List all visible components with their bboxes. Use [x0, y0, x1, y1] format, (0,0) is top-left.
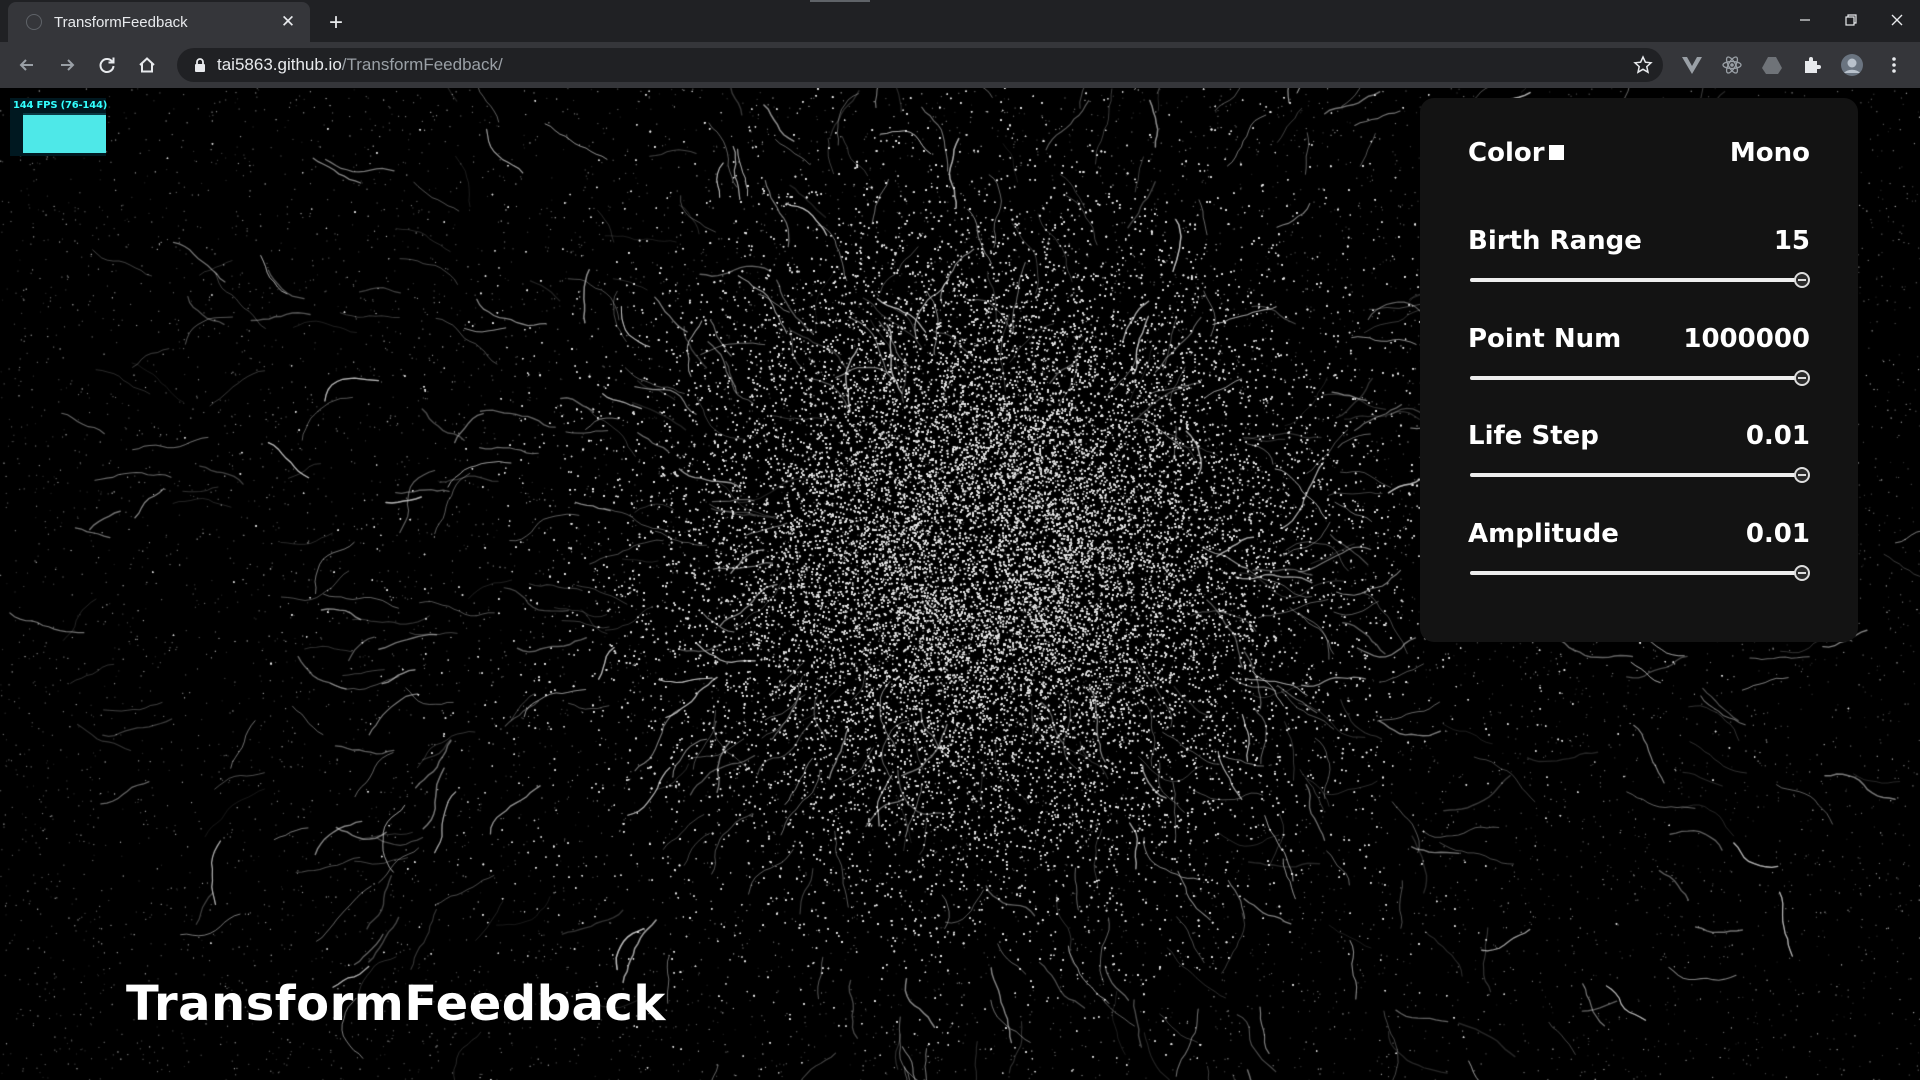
globe-icon [26, 14, 42, 30]
life-step-slider[interactable] [1468, 467, 1810, 483]
url-host: tai5863.github.io [217, 55, 342, 74]
bookmark-star-icon[interactable] [1633, 55, 1653, 75]
slider-track [1470, 376, 1808, 380]
fps-stats-panel[interactable]: 144 FPS (76-144) [10, 98, 108, 156]
slider-thumb[interactable] [1794, 467, 1810, 483]
amplitude-slider[interactable] [1468, 565, 1810, 581]
profile-avatar[interactable] [1840, 53, 1864, 77]
close-icon [1891, 14, 1903, 26]
browser-titlebar: TransformFeedback ✕ + [0, 0, 1920, 42]
lock-icon [195, 58, 205, 72]
minimize-button[interactable] [1782, 0, 1828, 40]
birth-range-control: Birth Range 15 [1468, 226, 1810, 288]
forward-button[interactable] [51, 49, 83, 81]
point-num-slider[interactable] [1468, 370, 1810, 386]
color-control[interactable]: Color Mono [1468, 138, 1810, 168]
window-controls [1782, 0, 1920, 40]
drag-handle [810, 0, 870, 2]
slider-thumb[interactable] [1794, 272, 1810, 288]
reload-button[interactable] [91, 49, 123, 81]
point-num-label: Point Num [1468, 324, 1622, 354]
page-title: TransformFeedback [126, 976, 666, 1032]
extensions-puzzle-icon[interactable] [1800, 53, 1824, 77]
url-path: /TransformFeedback/ [341, 55, 503, 74]
point-num-value: 1000000 [1683, 324, 1810, 354]
reload-icon [99, 57, 115, 73]
fps-graph [23, 115, 106, 153]
tab-title: TransformFeedback [54, 13, 188, 31]
color-value[interactable]: Mono [1730, 138, 1810, 168]
color-label: Color [1468, 138, 1545, 168]
browser-tab[interactable]: TransformFeedback ✕ [8, 2, 310, 42]
color-swatch [1548, 145, 1564, 160]
url-text: tai5863.github.io/TransformFeedback/ [217, 55, 503, 75]
life-step-value: 0.01 [1745, 421, 1810, 451]
page-viewport: 144 FPS (76-144) TransformFeedback Color… [0, 88, 1920, 1080]
slider-track [1470, 473, 1808, 477]
vue-devtools-icon[interactable] [1680, 53, 1704, 77]
home-button[interactable] [131, 49, 163, 81]
restore-icon [1845, 14, 1857, 26]
new-tab-button[interactable]: + [322, 9, 350, 37]
close-tab-icon[interactable]: ✕ [278, 12, 298, 32]
minimize-icon [1800, 19, 1810, 21]
kebab-menu-icon [1892, 57, 1896, 73]
slider-track [1470, 571, 1808, 575]
controls-panel: Color Mono Birth Range 15 Point Num 1000… [1420, 98, 1858, 642]
address-bar[interactable]: tai5863.github.io/TransformFeedback/ [177, 48, 1663, 82]
arrow-left-icon [19, 59, 33, 71]
slider-thumb[interactable] [1794, 370, 1810, 386]
birth-range-slider[interactable] [1468, 272, 1810, 288]
browser-toolbar: tai5863.github.io/TransformFeedback/ [0, 42, 1920, 88]
drive-extension-icon[interactable] [1760, 53, 1784, 77]
point-num-control: Point Num 1000000 [1468, 324, 1810, 386]
chrome-menu-button[interactable] [1882, 53, 1906, 77]
restore-button[interactable] [1828, 0, 1874, 40]
back-button[interactable] [11, 49, 43, 81]
slider-track [1470, 278, 1808, 282]
birth-range-value: 15 [1773, 226, 1810, 256]
react-devtools-icon[interactable] [1720, 53, 1744, 77]
life-step-label: Life Step [1468, 421, 1599, 451]
arrow-right-icon [61, 59, 75, 71]
amplitude-label: Amplitude [1468, 519, 1619, 549]
slider-thumb[interactable] [1794, 565, 1810, 581]
close-window-button[interactable] [1874, 0, 1920, 40]
fps-text: 144 FPS (76-144) [13, 100, 108, 111]
amplitude-control: Amplitude 0.01 [1468, 519, 1810, 581]
life-step-control: Life Step 0.01 [1468, 421, 1810, 483]
color-label-group: Color [1468, 138, 1564, 168]
home-icon [139, 57, 155, 73]
birth-range-label: Birth Range [1468, 226, 1642, 256]
amplitude-value: 0.01 [1745, 519, 1810, 549]
